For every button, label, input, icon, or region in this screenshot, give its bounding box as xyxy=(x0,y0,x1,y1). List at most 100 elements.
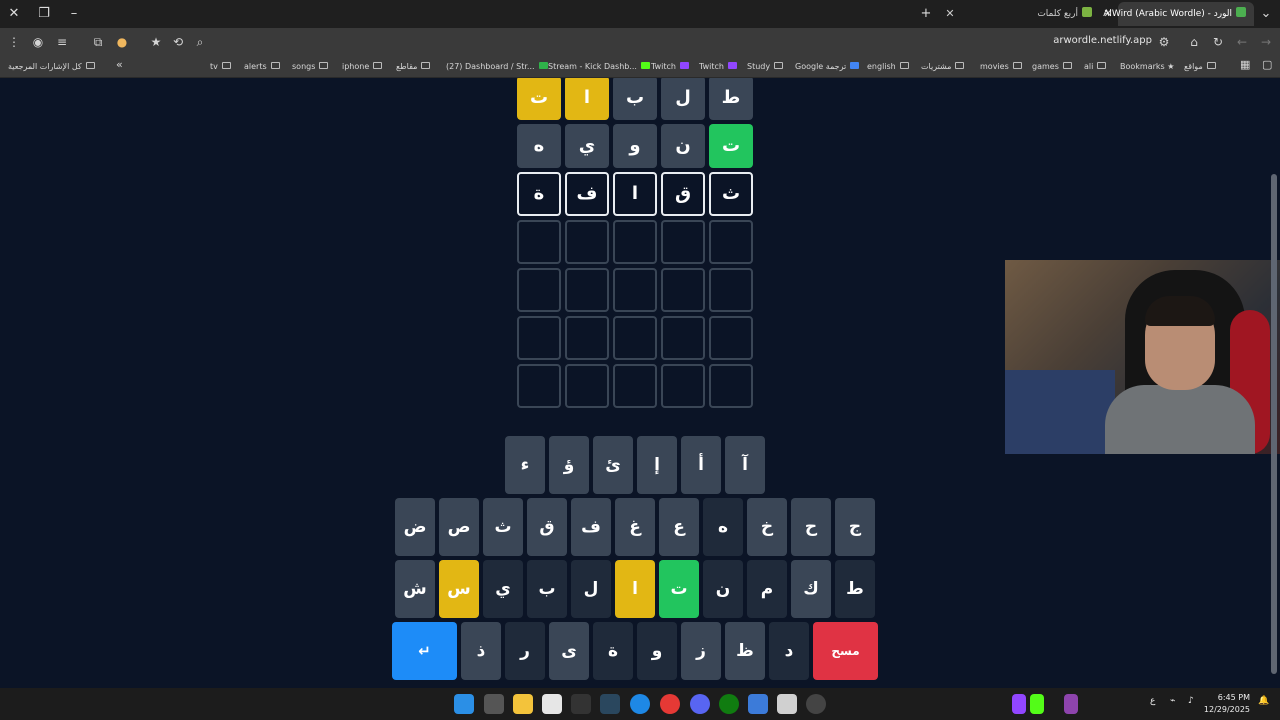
keyboard-key[interactable]: ر xyxy=(505,622,545,680)
bookmark-item[interactable]: Twitch xyxy=(699,60,737,74)
bookmark-item[interactable]: مواقع xyxy=(1184,60,1216,74)
volume-icon[interactable]: ♪ xyxy=(1188,696,1194,706)
keyboard-key[interactable]: ب xyxy=(527,560,567,618)
bookmark-item[interactable]: movies xyxy=(980,60,1022,74)
epic-games-icon[interactable] xyxy=(571,694,591,714)
keyboard-key[interactable]: ح xyxy=(791,498,831,556)
system-clock[interactable]: 6:45 PM 12/29/2025 xyxy=(1204,692,1250,716)
task-view-icon[interactable] xyxy=(484,694,504,714)
address-bar[interactable]: arwordle.netlify.app xyxy=(1040,35,1152,46)
keyboard-key[interactable]: آ xyxy=(725,436,765,494)
extensions-icon[interactable]: ⧉ xyxy=(88,32,108,52)
bookmark-item[interactable]: Stream - Kick Dashb... xyxy=(548,60,650,74)
keyboard-key[interactable]: ت xyxy=(659,560,699,618)
close-window-icon[interactable]: ✕ xyxy=(4,4,24,24)
new-tab-icon[interactable]: + xyxy=(916,4,936,24)
keyboard-key[interactable]: إ xyxy=(637,436,677,494)
translate-icon[interactable]: ⟲ xyxy=(168,32,188,52)
xbox-icon[interactable] xyxy=(719,694,739,714)
zoom-icon[interactable]: ⌕ xyxy=(190,32,210,52)
store-icon[interactable] xyxy=(542,694,562,714)
obs-icon[interactable] xyxy=(806,694,826,714)
bookmark-item[interactable]: Study xyxy=(747,60,784,74)
tray-kick-icon[interactable] xyxy=(1030,694,1044,714)
keyboard-key[interactable]: ج xyxy=(835,498,875,556)
extension-icon[interactable]: ● xyxy=(112,32,132,52)
discord-icon[interactable] xyxy=(690,694,710,714)
keyboard-key[interactable]: ظ xyxy=(725,622,765,680)
bookmark-item[interactable]: alerts xyxy=(244,60,280,74)
keyboard-key[interactable]: ع xyxy=(659,498,699,556)
bookmark-item[interactable]: (27) Dashboard / Str... xyxy=(446,60,548,74)
app-icon[interactable] xyxy=(777,694,797,714)
tray-twitch-icon[interactable] xyxy=(1012,694,1026,714)
bookmark-item[interactable]: english xyxy=(867,60,909,74)
bookmark-item[interactable]: مشتريات xyxy=(921,60,965,74)
keyboard-key[interactable]: س xyxy=(439,560,479,618)
site-settings-icon[interactable]: ⚙ xyxy=(1154,32,1174,52)
keyboard-key[interactable]: ي xyxy=(483,560,523,618)
keyboard-key[interactable]: ف xyxy=(571,498,611,556)
bookmark-item[interactable]: iphone xyxy=(342,60,383,74)
tab-alwird[interactable]: الورد - AlWird (Arabic Wordle) xyxy=(1103,2,1254,26)
keyboard-key[interactable]: ث xyxy=(483,498,523,556)
bookmark-item[interactable]: songs xyxy=(292,60,329,74)
keyboard-key[interactable]: ك xyxy=(791,560,831,618)
keyboard-key[interactable]: ق xyxy=(527,498,567,556)
file-explorer-icon[interactable] xyxy=(513,694,533,714)
restore-window-icon[interactable]: ❐ xyxy=(34,4,54,24)
keyboard-key[interactable]: ذ xyxy=(461,622,501,680)
bookmark-all[interactable]: كل الإشارات المرجعية xyxy=(8,60,95,74)
keyboard-key[interactable]: و xyxy=(637,622,677,680)
keyboard-key[interactable]: غ xyxy=(615,498,655,556)
keyboard-key[interactable]: د xyxy=(769,622,809,680)
steam-icon[interactable] xyxy=(600,694,620,714)
bookmark-item[interactable]: Twitch xyxy=(651,60,689,74)
bookmark-item[interactable]: ali xyxy=(1084,60,1107,74)
keyboard-key[interactable]: خ xyxy=(747,498,787,556)
tab-arba-kalimat[interactable]: أربع كلمات xyxy=(1030,2,1100,26)
notifications-icon[interactable]: 🔔 xyxy=(1258,696,1269,706)
enter-key[interactable]: ↵ xyxy=(392,622,457,680)
start-icon[interactable] xyxy=(454,694,474,714)
side-panel-icon[interactable]: ▢ xyxy=(1262,58,1272,72)
back-icon[interactable]: → xyxy=(1256,32,1276,52)
chrome-icon[interactable] xyxy=(660,694,680,714)
keyboard-key[interactable]: ة xyxy=(593,622,633,680)
keyboard-key[interactable]: ا xyxy=(615,560,655,618)
profile-icon[interactable]: ◉ xyxy=(28,32,48,52)
keyboard-key[interactable]: ئ xyxy=(593,436,633,494)
keyboard-key[interactable]: ؤ xyxy=(549,436,589,494)
bookmark-item[interactable]: tv xyxy=(210,60,231,74)
bookmark-item[interactable]: Bookmarks ★ xyxy=(1120,60,1174,74)
bookmark-item[interactable]: Google ترجمة xyxy=(795,60,860,74)
keyboard-key[interactable]: ه xyxy=(703,498,743,556)
language-indicator[interactable]: ع xyxy=(1150,696,1155,706)
reading-list-icon[interactable]: ≡ xyxy=(52,32,72,52)
chevron-left-icon[interactable]: « xyxy=(116,58,123,72)
keyboard-key[interactable]: ن xyxy=(703,560,743,618)
keyboard-key[interactable]: ط xyxy=(835,560,875,618)
close-tab-icon[interactable]: ✕ xyxy=(942,4,958,24)
wifi-icon[interactable]: ⌁ xyxy=(1170,696,1175,706)
minimize-window-icon[interactable]: – xyxy=(64,4,84,24)
home-icon[interactable]: ⌂ xyxy=(1184,32,1204,52)
reload-icon[interactable]: ↻ xyxy=(1208,32,1228,52)
keyboard-key[interactable]: م xyxy=(747,560,787,618)
bookmark-item[interactable]: games xyxy=(1032,60,1072,74)
bookmark-item[interactable]: مقاطع xyxy=(396,60,431,74)
keyboard-key[interactable]: ض xyxy=(395,498,435,556)
keyboard-key[interactable]: ص xyxy=(439,498,479,556)
tray-app-icon[interactable] xyxy=(1064,694,1078,714)
keyboard-key[interactable]: ش xyxy=(395,560,435,618)
app-icon[interactable] xyxy=(748,694,768,714)
tab-list-chevron-icon[interactable]: ⌄ xyxy=(1256,4,1276,24)
apps-grid-icon[interactable]: ▦ xyxy=(1240,58,1250,72)
menu-icon[interactable]: ⋮ xyxy=(4,32,24,52)
keyboard-key[interactable]: ل xyxy=(571,560,611,618)
keyboard-key[interactable]: ز xyxy=(681,622,721,680)
delete-key[interactable]: مسح xyxy=(813,622,878,680)
keyboard-key[interactable]: أ xyxy=(681,436,721,494)
keyboard-key[interactable]: ء xyxy=(505,436,545,494)
page-scrollbar[interactable] xyxy=(1271,174,1277,674)
